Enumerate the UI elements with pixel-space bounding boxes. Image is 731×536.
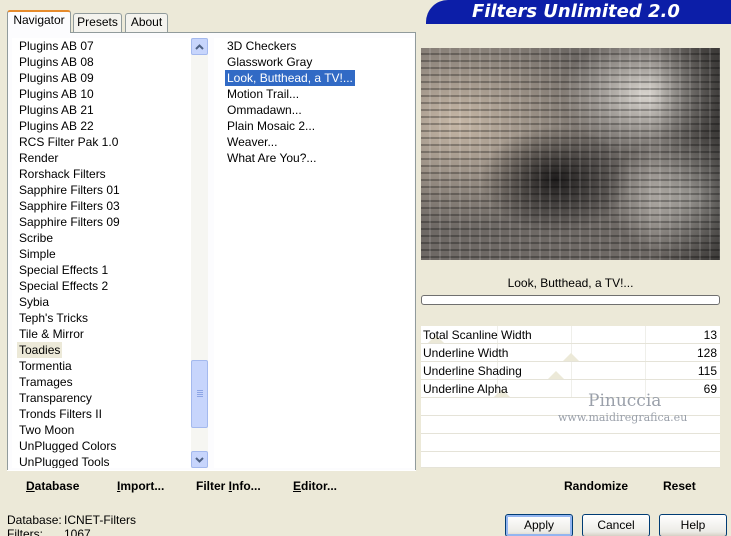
- chevron-down-icon: [195, 456, 204, 463]
- filter-preview: [421, 48, 720, 260]
- filter-item[interactable]: Motion Trail...: [225, 86, 301, 102]
- param-slider-marker[interactable]: [563, 353, 579, 361]
- category-item[interactable]: Teph's Tricks: [17, 310, 90, 326]
- editor-button[interactable]: Editor...: [293, 475, 337, 497]
- import-button[interactable]: Import...: [117, 475, 164, 497]
- progress-bar: [421, 295, 720, 305]
- param-row-empty: [421, 452, 720, 468]
- param-row-empty: [421, 434, 720, 452]
- category-item[interactable]: Plugins AB 08: [17, 54, 96, 70]
- param-value: 69: [703, 382, 717, 396]
- category-item[interactable]: Plugins AB 07: [17, 38, 96, 54]
- category-item[interactable]: Transparency: [17, 390, 94, 406]
- param-value: 115: [697, 364, 717, 378]
- tab-navigator[interactable]: Navigator: [7, 10, 71, 33]
- category-item[interactable]: Sapphire Filters 03: [17, 198, 122, 214]
- param-label: Underline Width: [423, 346, 509, 360]
- tab-about[interactable]: About: [125, 13, 168, 32]
- category-item[interactable]: Tormentia: [17, 358, 74, 374]
- category-item[interactable]: Tile & Mirror: [17, 326, 86, 342]
- param-row[interactable]: Total Scanline Width 13: [421, 326, 720, 344]
- param-row[interactable]: Underline Shading 115: [421, 362, 720, 380]
- category-item[interactable]: Plugins AB 21: [17, 102, 96, 118]
- category-item[interactable]: Simple: [17, 246, 58, 262]
- scroll-up-button[interactable]: [191, 38, 208, 55]
- apply-button[interactable]: Apply: [505, 514, 573, 536]
- filter-item[interactable]: Ommadawn...: [225, 102, 304, 118]
- filter-list[interactable]: 3D Checkers Glasswork Gray Look, Butthead,…: [214, 38, 414, 468]
- status-filters-value: 1067: [64, 527, 91, 536]
- category-item[interactable]: Rorshack Filters: [17, 166, 108, 182]
- randomize-button[interactable]: Randomize: [564, 475, 628, 497]
- status-database-label: Database:: [7, 513, 62, 527]
- category-item[interactable]: Tramages: [17, 374, 75, 390]
- filter-item[interactable]: 3D Checkers: [225, 38, 298, 54]
- param-value: 128: [696, 346, 717, 360]
- category-item[interactable]: Special Effects 2: [17, 278, 110, 294]
- category-item[interactable]: Two Moon: [17, 422, 76, 438]
- category-item[interactable]: Sapphire Filters 09: [17, 214, 122, 230]
- category-list[interactable]: Plugins AB 07 Plugins AB 08 Plugins AB 09 P…: [12, 38, 191, 468]
- chevron-up-icon: [195, 43, 204, 50]
- category-item[interactable]: Plugins AB 22: [17, 118, 96, 134]
- filter-name-display: Look, Butthead, a TV!...: [507, 276, 634, 290]
- scroll-down-button[interactable]: [191, 451, 208, 468]
- param-label: Underline Shading: [423, 364, 522, 378]
- category-item[interactable]: UnPlugged Tools: [17, 454, 112, 468]
- category-item[interactable]: Toadies: [17, 342, 63, 358]
- watermark-name: Pinuccia: [588, 391, 662, 411]
- filter-item[interactable]: Glasswork Gray: [225, 54, 314, 70]
- category-item[interactable]: Plugins AB 09: [17, 70, 96, 86]
- filter-item[interactable]: Weaver...: [225, 134, 279, 150]
- category-item[interactable]: RCS Filter Pak 1.0: [17, 134, 120, 150]
- scroll-thumb[interactable]: [191, 360, 208, 428]
- filter-item[interactable]: Look, Butthead, a TV!...: [225, 70, 355, 86]
- category-item[interactable]: UnPlugged Colors: [17, 438, 118, 454]
- param-slider-marker[interactable]: [548, 371, 564, 379]
- filter-item[interactable]: Plain Mosaic 2...: [225, 118, 317, 134]
- watermark-site: www.maidiregrafica.eu: [558, 411, 688, 424]
- param-value: 13: [703, 328, 717, 342]
- category-item[interactable]: Plugins AB 10: [17, 86, 96, 102]
- category-item[interactable]: Scribe: [17, 230, 55, 246]
- status-database-value: ICNET-Filters: [64, 513, 136, 527]
- category-item[interactable]: Tronds Filters II: [17, 406, 104, 422]
- category-item[interactable]: Special Effects 1: [17, 262, 110, 278]
- database-button[interactable]: Database: [26, 475, 79, 497]
- category-scrollbar[interactable]: [191, 38, 208, 468]
- reset-button[interactable]: Reset: [663, 475, 696, 497]
- filter-info-button[interactable]: Filter Info...: [196, 475, 261, 497]
- param-label: Underline Alpha: [423, 382, 508, 396]
- tab-presets[interactable]: Presets: [73, 13, 122, 32]
- category-item[interactable]: Sapphire Filters 01: [17, 182, 122, 198]
- category-item[interactable]: Render: [17, 150, 60, 166]
- param-label: Total Scanline Width: [423, 328, 532, 342]
- param-row[interactable]: Underline Alpha 69: [421, 380, 720, 398]
- param-row[interactable]: Underline Width 128: [421, 344, 720, 362]
- banner-title: Filters Unlimited 2.0: [472, 1, 680, 22]
- status-filters-label: Filters:: [7, 527, 43, 536]
- filter-item[interactable]: What Are You?...: [225, 150, 318, 166]
- help-button[interactable]: Help: [659, 514, 727, 536]
- cancel-button[interactable]: Cancel: [582, 514, 650, 536]
- category-item[interactable]: Sybia: [17, 294, 51, 310]
